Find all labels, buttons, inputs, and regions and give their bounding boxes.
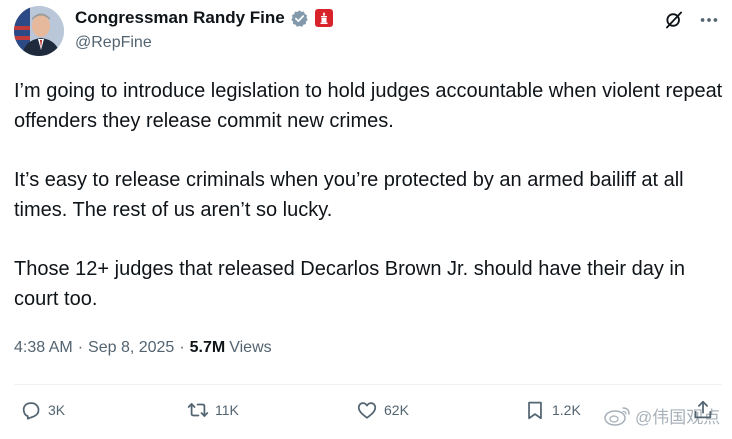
repost-count: 11K — [215, 402, 239, 418]
bookmark-button[interactable]: 1.2K — [524, 399, 581, 421]
tweet-text: I’m going to introduce legislation to ho… — [14, 76, 724, 343]
tweet-paragraph: Those 12+ judges that released Decarlos … — [14, 258, 685, 310]
repost-icon — [187, 403, 209, 417]
repost-button[interactable]: 11K — [187, 399, 239, 421]
reply-count: 3K — [48, 402, 66, 418]
views-label: Views — [229, 339, 272, 356]
verified-badge-icon[interactable] — [290, 9, 309, 28]
weibo-logo-icon — [604, 406, 630, 426]
meta-separator: · — [179, 339, 185, 356]
grok-icon[interactable] — [664, 10, 684, 30]
reply-icon — [22, 402, 40, 420]
like-icon — [357, 402, 377, 419]
author-handle[interactable]: @RepFine — [75, 34, 152, 52]
author-name-row: Congressman Randy Fine — [75, 8, 333, 28]
tweet-paragraph: It’s easy to release criminals when you’… — [14, 169, 684, 221]
author-display-name[interactable]: Congressman Randy Fine — [75, 8, 285, 28]
more-icon[interactable] — [698, 9, 720, 31]
tweet-paragraph: I’m going to introduce legislation to ho… — [14, 80, 723, 132]
government-affiliation-icon[interactable] — [314, 9, 333, 27]
share-icon[interactable] — [692, 399, 714, 421]
views-count[interactable]: 5.7M — [190, 339, 226, 357]
like-button[interactable]: 62K — [356, 399, 409, 421]
bookmark-count: 1.2K — [552, 402, 581, 418]
avatar[interactable] — [14, 6, 64, 56]
reply-button[interactable]: 3K — [20, 399, 65, 421]
tweet-time[interactable]: 4:38 AM — [14, 339, 73, 357]
bookmark-icon — [528, 401, 542, 420]
meta-separator: · — [77, 339, 84, 356]
top-actions — [664, 9, 720, 31]
divider — [14, 384, 722, 385]
tweet-date[interactable]: Sep 8, 2025 — [88, 339, 174, 357]
tweet-meta: 4:38 AM · Sep 8, 2025 · 5.7M Views — [14, 339, 272, 357]
like-count: 62K — [384, 402, 409, 418]
